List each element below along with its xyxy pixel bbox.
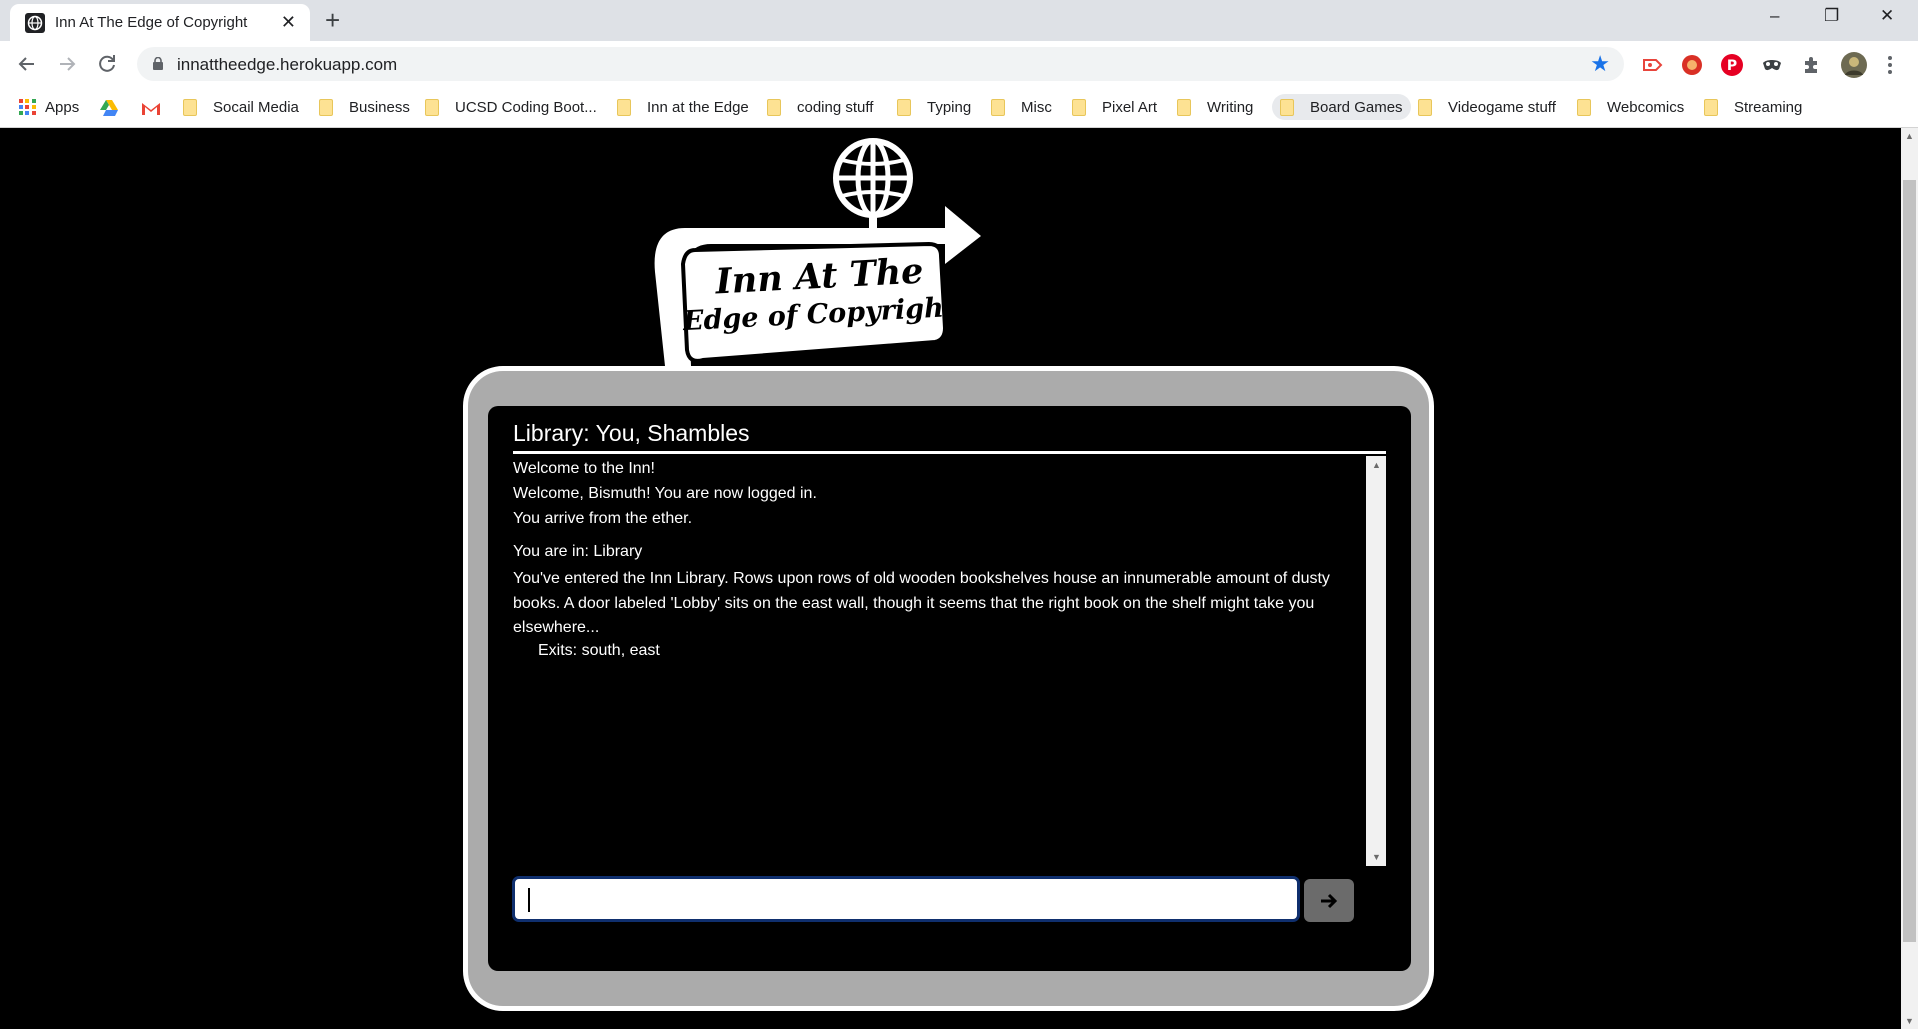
log-line: Welcome to the Inn! bbox=[513, 460, 655, 477]
bookmark-folder[interactable]: Pixel Art bbox=[1072, 94, 1157, 120]
folder-icon bbox=[425, 98, 439, 116]
scroll-up-arrow-icon[interactable]: ▲ bbox=[1905, 131, 1914, 141]
bookmark-label: coding stuff bbox=[797, 98, 874, 116]
browser-tab[interactable]: Inn At The Edge of Copyright ✕ bbox=[10, 4, 310, 41]
browser-menu-icon[interactable] bbox=[1884, 53, 1896, 77]
bookmark-label: Board Games bbox=[1310, 98, 1403, 116]
bookmark-folder[interactable]: Writing bbox=[1177, 94, 1253, 120]
extensions-puzzle-icon[interactable] bbox=[1800, 53, 1824, 77]
bookmark-label: Pixel Art bbox=[1102, 98, 1158, 116]
header-divider bbox=[513, 451, 1386, 454]
gmail-icon[interactable] bbox=[141, 101, 161, 116]
restore-window-icon[interactable]: ❐ bbox=[1824, 6, 1839, 26]
folder-icon bbox=[1280, 98, 1294, 116]
back-arrow-icon[interactable] bbox=[14, 51, 40, 77]
tab-strip: Inn At The Edge of Copyright ✕ + – ❐ ✕ bbox=[0, 0, 1918, 41]
text-caret bbox=[528, 888, 530, 912]
lock-icon bbox=[153, 57, 163, 70]
bookmark-label: Videogame stuff bbox=[1448, 98, 1556, 116]
bookmark-folder[interactable]: Videogame stuff bbox=[1418, 94, 1556, 120]
log-scrollbar[interactable]: ▲ ▼ bbox=[1366, 456, 1386, 866]
google-drive-icon[interactable] bbox=[100, 100, 118, 116]
folder-icon bbox=[1177, 98, 1191, 116]
send-button[interactable] bbox=[1304, 879, 1354, 922]
game-log: Welcome to the Inn! Welcome, Bismuth! Yo… bbox=[513, 456, 1366, 866]
bookmark-label: Writing bbox=[1207, 98, 1254, 116]
bookmark-label: Inn at the Edge bbox=[647, 98, 749, 116]
bookmark-label: UCSD Coding Boot... bbox=[455, 98, 597, 116]
forward-arrow-icon[interactable] bbox=[54, 51, 80, 77]
honey-extension-icon[interactable] bbox=[1680, 53, 1704, 77]
bookmark-folder-active[interactable]: Board Games bbox=[1272, 94, 1411, 120]
profile-avatar[interactable] bbox=[1840, 51, 1868, 79]
command-input[interactable] bbox=[512, 876, 1300, 922]
bookmark-folder[interactable]: UCSD Coding Boot... bbox=[425, 94, 597, 120]
scroll-down-arrow-icon[interactable]: ▼ bbox=[1905, 1016, 1914, 1026]
reload-icon[interactable] bbox=[94, 51, 120, 77]
bookmark-label: Misc bbox=[1021, 98, 1052, 116]
room-description: You've entered the Inn Library. Rows upo… bbox=[513, 570, 1330, 636]
page-scrollbar-thumb[interactable] bbox=[1903, 180, 1916, 942]
tab-title: Inn At The Edge of Copyright bbox=[55, 14, 248, 31]
close-window-icon[interactable]: ✕ bbox=[1880, 6, 1894, 26]
folder-icon bbox=[1418, 98, 1432, 116]
room-exits: Exits: south, east bbox=[538, 642, 660, 659]
tab-close-icon[interactable]: ✕ bbox=[281, 11, 296, 33]
new-tab-button[interactable]: + bbox=[325, 6, 340, 34]
folder-icon bbox=[319, 98, 333, 116]
arrow-right-icon bbox=[1321, 893, 1338, 908]
bookmark-folder[interactable]: Streaming bbox=[1704, 94, 1802, 120]
cast-extension-icon[interactable] bbox=[1640, 53, 1664, 77]
log-line: You arrive from the ether. bbox=[513, 510, 693, 527]
folder-icon bbox=[1072, 98, 1086, 116]
folder-icon bbox=[1577, 98, 1591, 116]
pinterest-extension-icon[interactable]: P bbox=[1720, 53, 1744, 77]
bookmark-folder[interactable]: coding stuff bbox=[767, 94, 873, 120]
minimize-window-icon[interactable]: – bbox=[1770, 6, 1779, 26]
folder-icon bbox=[767, 98, 781, 116]
bookmark-folder[interactable]: Inn at the Edge bbox=[617, 94, 749, 120]
globe-favicon-icon bbox=[25, 13, 45, 33]
bookmark-label: Business bbox=[349, 98, 410, 116]
log-scroll-down-icon[interactable]: ▼ bbox=[1372, 852, 1381, 862]
bookmark-label: Socail Media bbox=[213, 98, 299, 116]
inn-logo: Inn At The Edge of Copyright bbox=[654, 138, 981, 366]
folder-icon bbox=[183, 98, 197, 116]
bookmark-folder[interactable]: Webcomics bbox=[1577, 94, 1684, 120]
folder-icon bbox=[617, 98, 631, 116]
log-line: Welcome, Bismuth! You are now logged in. bbox=[513, 485, 817, 502]
bookmark-folder[interactable]: Typing bbox=[897, 94, 971, 120]
address-bar[interactable]: innattheedge.herokuapp.com ★ bbox=[137, 47, 1624, 81]
bookmark-label: Apps bbox=[45, 98, 80, 116]
bookmark-apps[interactable]: Apps bbox=[19, 94, 79, 120]
bookmark-folder[interactable]: Socail Media bbox=[183, 94, 299, 120]
bookmark-label: Streaming bbox=[1734, 98, 1803, 116]
mask-extension-icon[interactable] bbox=[1760, 53, 1784, 77]
log-scroll-up-icon[interactable]: ▲ bbox=[1372, 460, 1381, 470]
folder-icon bbox=[1704, 98, 1718, 116]
folder-icon bbox=[991, 98, 1005, 116]
url-text: innattheedge.herokuapp.com bbox=[177, 55, 398, 74]
globe-icon bbox=[833, 138, 913, 228]
bookmark-label: Webcomics bbox=[1607, 98, 1685, 116]
room-header: Library: You, Shambles bbox=[513, 420, 750, 446]
folder-icon bbox=[897, 98, 911, 116]
bookmark-folder[interactable]: Misc bbox=[991, 94, 1052, 120]
page-scrollbar[interactable]: ▲ ▼ bbox=[1901, 128, 1918, 1029]
browser-toolbar: innattheedge.herokuapp.com ★ P bbox=[0, 41, 1918, 87]
bookmark-label: Typing bbox=[927, 98, 972, 116]
bookmarks-bar: Apps Socail Media Business UCSD Coding B… bbox=[0, 87, 1918, 128]
svg-text:P: P bbox=[1727, 58, 1737, 74]
log-line: You are in: Library bbox=[513, 543, 643, 560]
bookmark-star-icon[interactable]: ★ bbox=[1590, 52, 1610, 76]
apps-grid-icon bbox=[19, 98, 36, 116]
bookmark-folder[interactable]: Business bbox=[319, 94, 410, 120]
